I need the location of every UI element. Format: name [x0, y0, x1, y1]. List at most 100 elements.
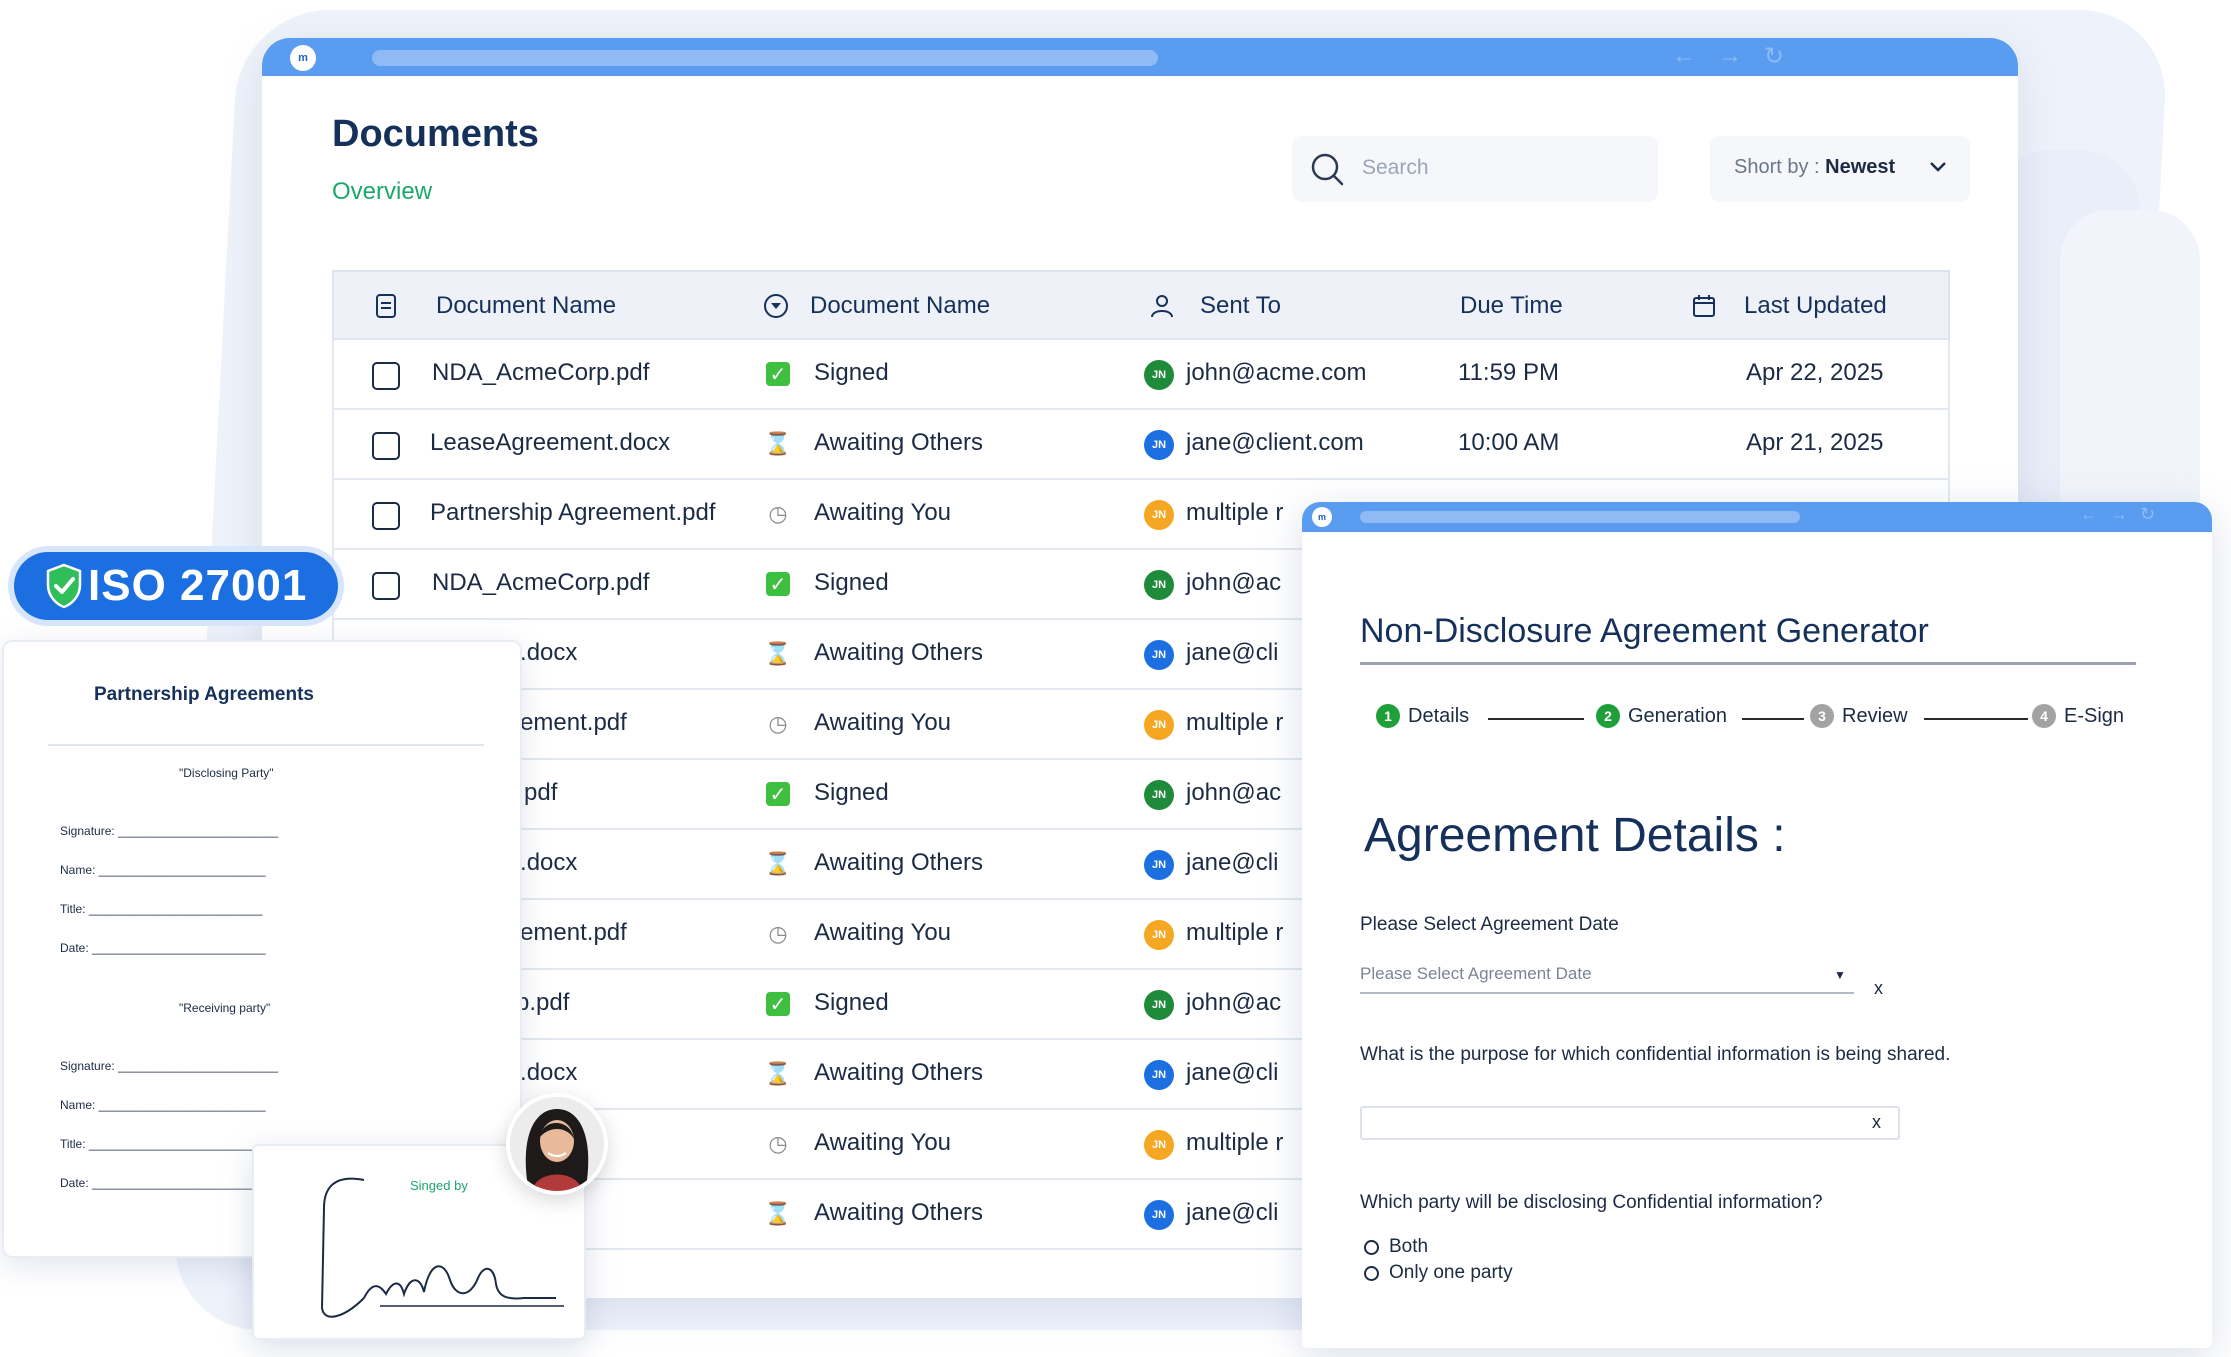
- clear-date-button[interactable]: x: [1874, 978, 1883, 999]
- row-checkbox[interactable]: [372, 502, 400, 530]
- app-logo-icon: m: [1312, 507, 1332, 527]
- date-line: Date: __________________________: [60, 941, 266, 955]
- forward-arrow-icon[interactable]: →: [2110, 504, 2128, 525]
- column-header-sent-to[interactable]: Sent To: [1200, 292, 1281, 320]
- step-number: 2: [1596, 704, 1620, 728]
- radio-button[interactable]: [1364, 1239, 1379, 1255]
- table-row[interactable]: NDA_AcmeCorp.pdf ✓ Signed JN john@acme.com 11…: [332, 340, 1950, 410]
- hourglass-icon: ⌛: [764, 641, 792, 666]
- status-text: Awaiting You: [814, 919, 952, 946]
- agreement-date-select[interactable]: Please Select Agreement Date ▼: [1360, 962, 1854, 994]
- refresh-icon[interactable]: ↻: [2140, 504, 2155, 525]
- step-review[interactable]: 3 Review: [1810, 704, 1908, 728]
- name-line: Name: _________________________: [60, 1098, 266, 1112]
- address-bar[interactable]: [372, 50, 1158, 66]
- clock-icon: ◷: [768, 711, 788, 736]
- page-title: Documents: [332, 113, 539, 155]
- sent-to-email: jane@client.com: [1186, 429, 1364, 456]
- title-line: Title: __________________________: [60, 902, 263, 916]
- avatar: JN: [1144, 430, 1174, 460]
- overview-link[interactable]: Overview: [332, 178, 432, 206]
- step-label: Review: [1842, 704, 1908, 727]
- radio-label: Only one party: [1389, 1262, 1513, 1283]
- document-name[interactable]: NDA_AcmeCorp.pdf: [432, 569, 649, 597]
- sent-to-email: john@acme.com: [1186, 359, 1367, 386]
- row-checkbox[interactable]: [372, 432, 400, 460]
- dropdown-arrow-icon: ▼: [1834, 968, 1846, 982]
- step-number: 1: [1376, 704, 1400, 728]
- step-generation[interactable]: 2 Generation: [1596, 704, 1727, 728]
- radio-button[interactable]: [1364, 1265, 1379, 1281]
- step-number: 4: [2032, 704, 2056, 728]
- hourglass-icon: ⌛: [764, 851, 792, 876]
- document-name[interactable]: Partnership Agreement.pdf: [430, 499, 716, 527]
- sent-to-email: multiple r: [1186, 919, 1284, 946]
- document-icon: [376, 294, 396, 318]
- iso-badge: ISO 27001: [14, 552, 338, 620]
- sent-to-email: jane@cli: [1186, 1059, 1279, 1086]
- step-details[interactable]: 1 Details: [1376, 704, 1469, 728]
- back-arrow-icon[interactable]: ←: [2080, 504, 2098, 525]
- status-filter-icon: [764, 294, 788, 318]
- last-updated: Apr 21, 2025: [1746, 429, 1884, 456]
- back-arrow-icon[interactable]: ←: [1672, 42, 1696, 70]
- signature-drawing: [320, 1177, 564, 1318]
- column-header-last-updated[interactable]: Last Updated: [1744, 292, 1887, 320]
- signature-line: Signature: ________________________: [60, 1059, 279, 1073]
- status-text: Awaiting You: [814, 499, 952, 526]
- calendar-icon: [1693, 295, 1715, 317]
- row-checkbox[interactable]: [372, 572, 400, 600]
- date-line: Date: __________________________: [60, 1176, 266, 1190]
- status-text: Signed: [814, 359, 889, 386]
- status-text: Signed: [814, 779, 889, 806]
- avatar: JN: [1144, 780, 1174, 810]
- status-text: Awaiting Others: [814, 1059, 983, 1086]
- status-text: Awaiting Others: [814, 1199, 983, 1226]
- user-icon: [1151, 295, 1173, 318]
- status-text: Signed: [814, 569, 889, 596]
- step-label: Details: [1408, 704, 1470, 727]
- avatar: [506, 1093, 608, 1195]
- sent-to-email: john@ac: [1186, 569, 1282, 596]
- document-name[interactable]: NDA_AcmeCorp.pdf: [432, 359, 649, 387]
- address-bar[interactable]: [1360, 511, 1800, 523]
- step-connector: [1742, 718, 1804, 720]
- forward-arrow-icon[interactable]: →: [1718, 42, 1742, 70]
- refresh-icon[interactable]: ↻: [1764, 42, 1784, 71]
- column-header-status[interactable]: Document Name: [810, 292, 990, 320]
- status-text: Awaiting You: [814, 709, 952, 736]
- radio-label: Both: [1389, 1236, 1429, 1257]
- search-input[interactable]: Search: [1292, 136, 1658, 202]
- hourglass-icon: ⌛: [764, 1061, 792, 1086]
- check-icon: ✓: [766, 782, 790, 806]
- check-icon: ✓: [766, 572, 790, 596]
- avatar: JN: [1144, 920, 1174, 950]
- document-name[interactable]: LeaseAgreement.docx: [430, 429, 670, 457]
- agreement-date-placeholder: Please Select Agreement Date: [1360, 964, 1592, 983]
- avatar: JN: [1144, 990, 1174, 1020]
- sent-to-email: multiple r: [1186, 1129, 1284, 1156]
- row-checkbox[interactable]: [372, 362, 400, 390]
- sort-label: Short by :: [1734, 156, 1826, 178]
- app-logo-icon: m: [290, 45, 316, 71]
- avatar: JN: [1144, 500, 1174, 530]
- search-icon: [1311, 153, 1344, 186]
- agreement-date-label: Please Select Agreement Date: [1360, 914, 1619, 935]
- table-header: Document Name Document Name Sent To Due …: [332, 270, 1950, 340]
- divider: [48, 744, 484, 746]
- sent-to-email: multiple r: [1186, 499, 1284, 526]
- clear-purpose-button[interactable]: x: [1872, 1112, 1881, 1133]
- status-text: Awaiting Others: [814, 849, 983, 876]
- step-e-sign[interactable]: 4 E-Sign: [2032, 704, 2124, 728]
- shield-check-icon: [46, 563, 82, 609]
- purpose-input[interactable]: x: [1360, 1106, 1900, 1140]
- radio-option-both[interactable]: Both: [1364, 1236, 1428, 1258]
- sort-dropdown[interactable]: Short by : Newest: [1710, 136, 1970, 202]
- column-header-document-name[interactable]: Document Name: [436, 292, 616, 320]
- column-header-due-time[interactable]: Due Time: [1460, 292, 1563, 320]
- sent-to-email: john@ac: [1186, 989, 1282, 1016]
- radio-option-one-party[interactable]: Only one party: [1364, 1262, 1513, 1284]
- table-row[interactable]: LeaseAgreement.docx ⌛ Awaiting Others JN jan…: [332, 410, 1950, 480]
- hourglass-icon: ⌛: [764, 1201, 792, 1226]
- disclosing-party-label: "Disclosing Party": [179, 766, 274, 780]
